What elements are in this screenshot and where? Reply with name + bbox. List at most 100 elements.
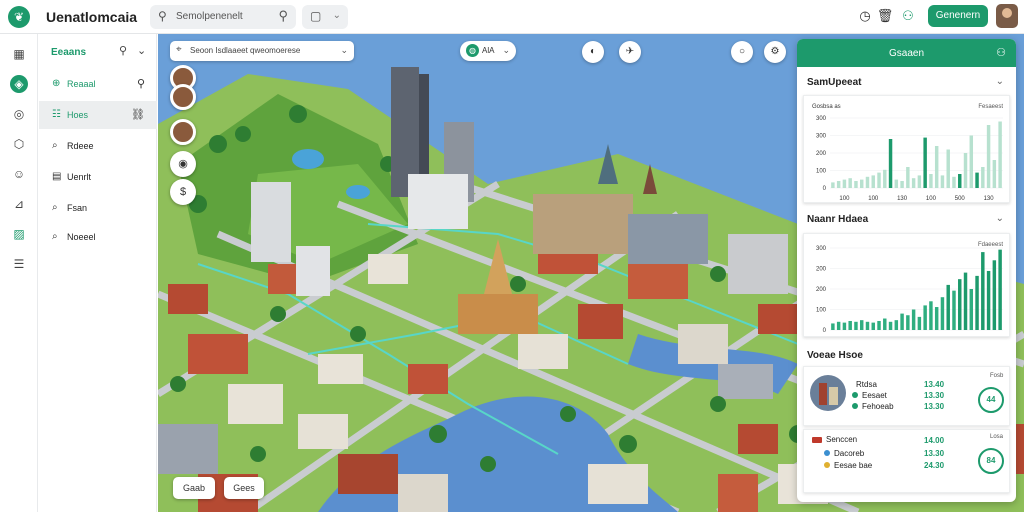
chart-bar	[848, 178, 852, 188]
chart-bar	[848, 320, 852, 330]
circle-icon[interactable]: ◎	[10, 105, 28, 123]
trend-sub: Dacoreb	[834, 449, 865, 458]
layers-panel: Eeaans ⚲ ⌄ ⊕ Reaaal ⚲ ☷ Hoes ⛓ ⌕ Rdeee ▤…	[39, 34, 157, 512]
link-icon[interactable]: ⛓	[131, 108, 145, 121]
layer-item-uenrlt[interactable]: ▤ Uenrlt	[39, 163, 157, 191]
bar-chart-2: Fdaeeest 0 100 200 200 300	[803, 233, 1010, 337]
chart-bar	[917, 175, 922, 188]
chart-bar	[877, 172, 881, 188]
bar-chart-1: Gosbsa as Fesaeest 0 100 200 300 300 100 100 130 1…	[803, 95, 1010, 203]
chart-icon[interactable]: ⊿	[10, 195, 28, 213]
trend-value: 14.00	[924, 436, 945, 445]
legend-label: Fesaeest	[978, 104, 1003, 110]
image-icon[interactable]: ▨	[10, 225, 28, 243]
chart-bar	[992, 160, 997, 188]
map-search-text: Seoon Isdlaaeet qweomoerese	[190, 46, 301, 55]
chart-bar	[883, 318, 887, 330]
x-tick-label: 100	[926, 196, 937, 202]
globe-icon: ◍	[466, 44, 479, 57]
chart-bar	[958, 174, 962, 188]
poi-photo-thumbnail-2[interactable]	[170, 84, 196, 110]
satellite-icon[interactable]: ✈	[619, 41, 641, 63]
section-title-3: Voeae Hsoe	[807, 350, 863, 361]
dollar-icon[interactable]: $	[170, 179, 196, 205]
layer-label: Rdeee	[67, 141, 94, 151]
chart-bar	[986, 125, 991, 188]
chart-bar	[975, 172, 979, 188]
chart-bar	[923, 305, 927, 330]
layer-label: Noeeel	[67, 232, 96, 242]
app-title: Uenatlomcaia	[46, 9, 138, 25]
pin-icon: ⌕	[52, 202, 58, 213]
avatar[interactable]	[996, 4, 1018, 28]
trend-row[interactable]: Senccen Dacoreb Eesae bae 14.00 13.30 24…	[803, 429, 1010, 493]
layers-icon[interactable]: ☰	[10, 255, 28, 273]
trend-value: 13.40	[924, 380, 945, 389]
trend-sub: Fehoeab	[862, 402, 894, 411]
compass-icon[interactable]: ◈	[10, 75, 28, 93]
chart-bar	[946, 149, 950, 188]
layer-item-noeeel[interactable]: ⌕ Noeeel	[39, 223, 157, 251]
search-icon[interactable]: ⚲	[137, 77, 145, 90]
building-thumbnail	[810, 375, 846, 411]
doc-icon: ▤	[52, 171, 62, 182]
view-selector[interactable]: ▢ ⌄	[302, 5, 348, 29]
info-icon[interactable]: ○	[731, 41, 753, 63]
trend-row[interactable]: Rtdsa Eesaet Fehoeab 13.40 13.30 13.30 F…	[803, 366, 1010, 426]
chevron-down-icon[interactable]: ⌄	[137, 44, 146, 57]
trend-value: 24.30	[924, 461, 945, 470]
chart-bar	[871, 175, 875, 188]
search-icon-right[interactable]: ⚲	[278, 8, 288, 24]
map-search-input[interactable]: ⌖ Seoon Isdlaaeet qweomoerese ⌄	[170, 41, 354, 61]
primary-button[interactable]: Genenern	[928, 5, 988, 27]
chart-bar	[998, 121, 1002, 188]
users-icon[interactable]: ⚇	[996, 46, 1006, 59]
users-icon[interactable]: ⚇	[899, 7, 917, 25]
cube-icon[interactable]: ⬡	[10, 135, 28, 153]
settings-icon[interactable]: ⚙	[764, 41, 786, 63]
layer-item-hoes[interactable]: ☷ Hoes ⛓	[39, 101, 157, 129]
layer-selector[interactable]: ◍ AlA ⌄	[460, 41, 516, 61]
layer-item-rdeee[interactable]: ⌕ Rdeee	[39, 132, 157, 160]
layer-item-fsan[interactable]: ⌕ Fsan	[39, 194, 157, 222]
search-icon[interactable]: ⚲	[119, 44, 127, 57]
chart-bar	[940, 175, 945, 188]
map-button-gees[interactable]: Gees	[224, 477, 264, 499]
global-search[interactable]: ⚲ Semolpenenelt ⚲	[150, 5, 296, 29]
search-icon: ⚲	[158, 9, 167, 23]
chart-bar	[831, 182, 835, 188]
icon-rail: ▦ ◈ ◎ ⬡ ☺ ⊿ ▨ ☰	[0, 34, 38, 512]
chevron-down-icon[interactable]: ⌄	[340, 45, 348, 56]
y-tick-label: 200	[816, 267, 827, 273]
chart-bar	[963, 272, 968, 330]
chevron-down-icon[interactable]: ⌄	[996, 213, 1004, 224]
chart-bar	[969, 289, 974, 330]
clock-icon[interactable]: ◷	[856, 7, 874, 25]
poi-photo-thumbnail-3[interactable]	[170, 119, 196, 145]
status-dot	[852, 392, 858, 398]
trend-sub: Eesaet	[862, 391, 887, 400]
trend-label: Senccen	[826, 435, 858, 444]
layer-item-reaaal[interactable]: ⊕ Reaaal ⚲	[39, 70, 157, 98]
chart-bar	[888, 139, 893, 188]
chart-bar	[958, 279, 962, 330]
chart-bar	[934, 146, 939, 188]
chevron-down-icon[interactable]: ⌄	[996, 76, 1004, 87]
chart-bar	[831, 323, 835, 330]
leaf-icon[interactable]: ❦	[8, 6, 30, 28]
camera-icon[interactable]: ◉	[170, 151, 196, 177]
smile-icon[interactable]: ☺	[10, 165, 28, 183]
chart-bar	[998, 249, 1002, 330]
trash-icon[interactable]: 🗑	[876, 7, 894, 25]
layers-title: Eeaans	[51, 47, 87, 58]
chart-bar	[888, 321, 893, 330]
status-dot	[852, 403, 858, 409]
grid-icon[interactable]: ▦	[10, 45, 28, 63]
map-button-gaab[interactable]: Gaab	[173, 477, 215, 499]
chart-bar	[906, 315, 910, 330]
plus-circle-icon: ⊕	[52, 78, 61, 89]
layer-selector-label: AlA	[482, 46, 495, 55]
chart-bar	[963, 153, 968, 188]
x-tick-label: 100	[839, 196, 850, 202]
compass-icon[interactable]: ◐	[582, 41, 604, 63]
